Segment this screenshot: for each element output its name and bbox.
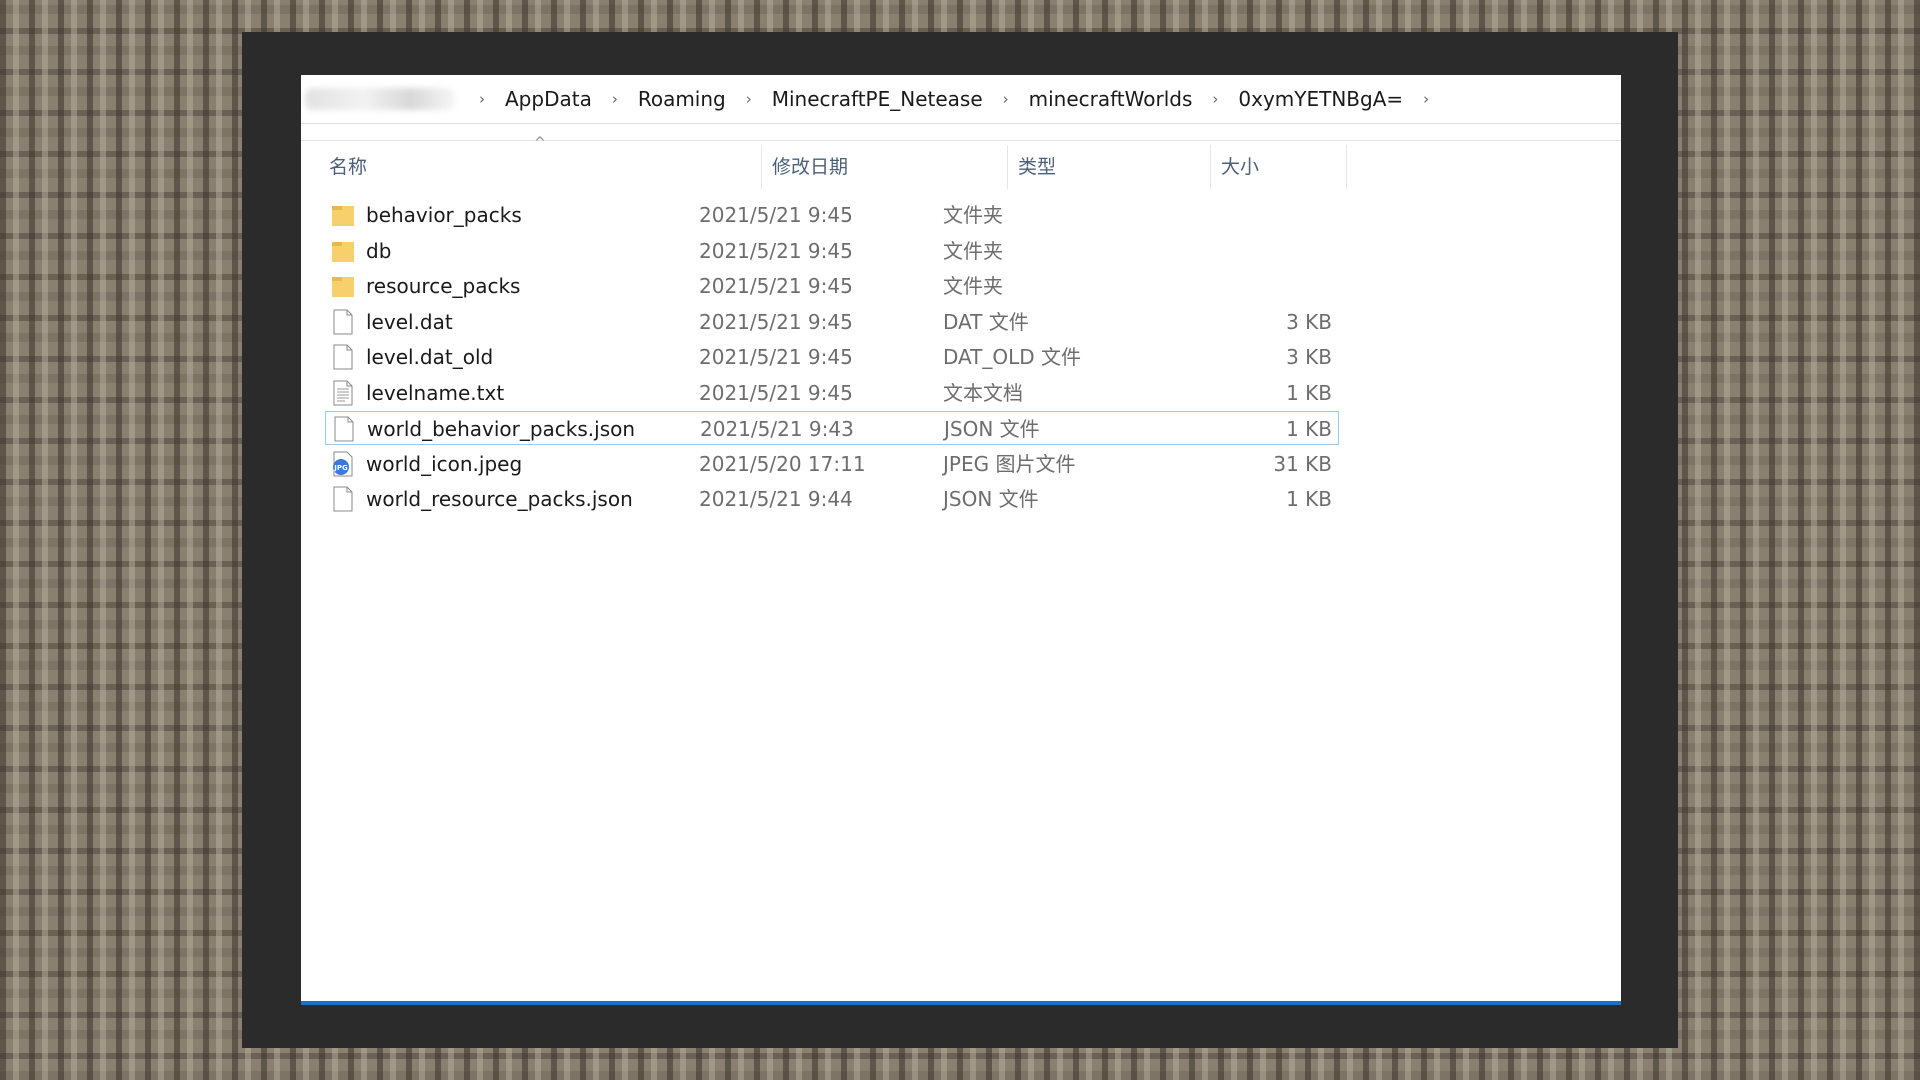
- column-header-type[interactable]: 类型: [1008, 145, 1211, 189]
- file-type: JPEG 图片文件: [943, 451, 1076, 476]
- chevron-right-icon[interactable]: ›: [989, 90, 1023, 108]
- folder-icon: [331, 238, 355, 264]
- breadcrumb-roaming[interactable]: Roaming: [632, 87, 732, 111]
- column-header-size[interactable]: 大小: [1211, 145, 1347, 189]
- file-date: 2021/5/21 9:45: [699, 203, 853, 227]
- file-date: 2021/5/21 9:45: [699, 238, 853, 263]
- file-name: level.dat: [366, 309, 453, 334]
- file-name: world_behavior_packs.json: [367, 417, 636, 441]
- file-name: resource_packs: [366, 274, 521, 298]
- file-explorer-window: › AppData › Roaming › MinecraftPE_Neteas…: [301, 75, 1621, 1005]
- file-type: JSON 文件: [944, 417, 1040, 441]
- file-date: 2021/5/21 9:45: [699, 380, 853, 405]
- text-file-icon: [331, 380, 355, 406]
- file-size: 1 KB: [1286, 417, 1332, 441]
- file-size: 1 KB: [1286, 380, 1332, 405]
- chevron-right-icon[interactable]: ›: [1409, 90, 1443, 108]
- blurred-path-segment: [305, 88, 455, 110]
- breadcrumb-minecraftworlds[interactable]: minecraftWorlds: [1023, 87, 1199, 111]
- chevron-right-icon[interactable]: ›: [1198, 90, 1232, 108]
- svg-text:JPG: JPG: [333, 464, 348, 472]
- file-size: 3 KB: [1286, 345, 1332, 369]
- address-bar[interactable]: › AppData › Roaming › MinecraftPE_Neteas…: [301, 75, 1621, 124]
- window-bottom-accent-bar: [301, 1001, 1621, 1005]
- column-header-date[interactable]: 修改日期: [762, 145, 1008, 189]
- breadcrumb-minecraftpe-netease[interactable]: MinecraftPE_Netease: [766, 87, 989, 111]
- file-size: 1 KB: [1286, 487, 1332, 511]
- folder-icon: [331, 202, 355, 228]
- breadcrumb-appdata[interactable]: AppData: [499, 87, 598, 111]
- file-type: 文件夹: [943, 274, 1003, 298]
- file-type: 文本文档: [943, 380, 1023, 405]
- file-row-world-behavior-packs-json[interactable]: world_behavior_packs.json 2021/5/21 9:43…: [325, 411, 1339, 445]
- column-headers: ^ 名称 修改日期 类型 大小: [301, 135, 1621, 189]
- column-header-type-label: 类型: [1018, 156, 1057, 178]
- chevron-right-icon[interactable]: ›: [598, 90, 632, 108]
- file-row-db[interactable]: db 2021/5/21 9:45 文件夹: [326, 234, 1338, 268]
- chevron-right-icon[interactable]: ›: [465, 90, 499, 108]
- file-date: 2021/5/21 9:45: [699, 345, 853, 369]
- file-icon: [331, 344, 355, 370]
- file-type: DAT_OLD 文件: [943, 345, 1082, 369]
- file-name: world_icon.jpeg: [366, 451, 523, 476]
- divider: [301, 140, 1621, 141]
- file-row-world-icon-jpeg[interactable]: JPG world_icon.jpeg 2021/5/20 17:11 JPEG…: [326, 447, 1338, 481]
- jpeg-file-icon: JPG: [331, 451, 355, 477]
- column-header-name[interactable]: 名称: [301, 145, 762, 189]
- file-name: world_resource_packs.json: [366, 487, 633, 511]
- file-size: 31 KB: [1273, 451, 1332, 476]
- file-type: 文件夹: [943, 238, 1003, 263]
- file-date: 2021/5/21 9:44: [699, 487, 853, 511]
- breadcrumb-world-folder[interactable]: 0xymYETNBgA=: [1232, 87, 1409, 111]
- file-type: 文件夹: [943, 203, 1003, 227]
- column-header-name-label: 名称: [329, 156, 368, 178]
- file-size: 3 KB: [1286, 309, 1332, 334]
- file-icon: [331, 486, 355, 512]
- file-row-level-dat-old[interactable]: level.dat_old 2021/5/21 9:45 DAT_OLD 文件 …: [326, 340, 1338, 374]
- file-date: 2021/5/21 9:45: [699, 274, 853, 298]
- file-row-level-dat[interactable]: level.dat 2021/5/21 9:45 DAT 文件 3 KB: [326, 305, 1338, 339]
- file-row-levelname-txt[interactable]: levelname.txt 2021/5/21 9:45 文本文档 1 KB: [326, 376, 1338, 410]
- file-name: behavior_packs: [366, 203, 522, 227]
- file-type: JSON 文件: [943, 487, 1039, 511]
- column-header-size-label: 大小: [1221, 156, 1260, 178]
- folder-icon: [331, 273, 355, 299]
- file-name: levelname.txt: [366, 380, 505, 405]
- file-row-behavior-packs[interactable]: behavior_packs 2021/5/21 9:45 文件夹: [326, 198, 1338, 232]
- file-row-world-resource-packs-json[interactable]: world_resource_packs.json 2021/5/21 9:44…: [326, 482, 1338, 516]
- file-name: db: [366, 238, 392, 263]
- column-header-date-label: 修改日期: [772, 156, 849, 178]
- file-type: DAT 文件: [943, 309, 1029, 334]
- file-icon: [332, 416, 356, 442]
- file-row-resource-packs[interactable]: resource_packs 2021/5/21 9:45 文件夹: [326, 269, 1338, 303]
- file-icon: [331, 309, 355, 335]
- file-date: 2021/5/21 9:45: [699, 309, 853, 334]
- file-name: level.dat_old: [366, 345, 494, 369]
- file-date: 2021/5/20 17:11: [699, 451, 866, 476]
- chevron-right-icon[interactable]: ›: [732, 90, 766, 108]
- file-date: 2021/5/21 9:43: [700, 417, 854, 441]
